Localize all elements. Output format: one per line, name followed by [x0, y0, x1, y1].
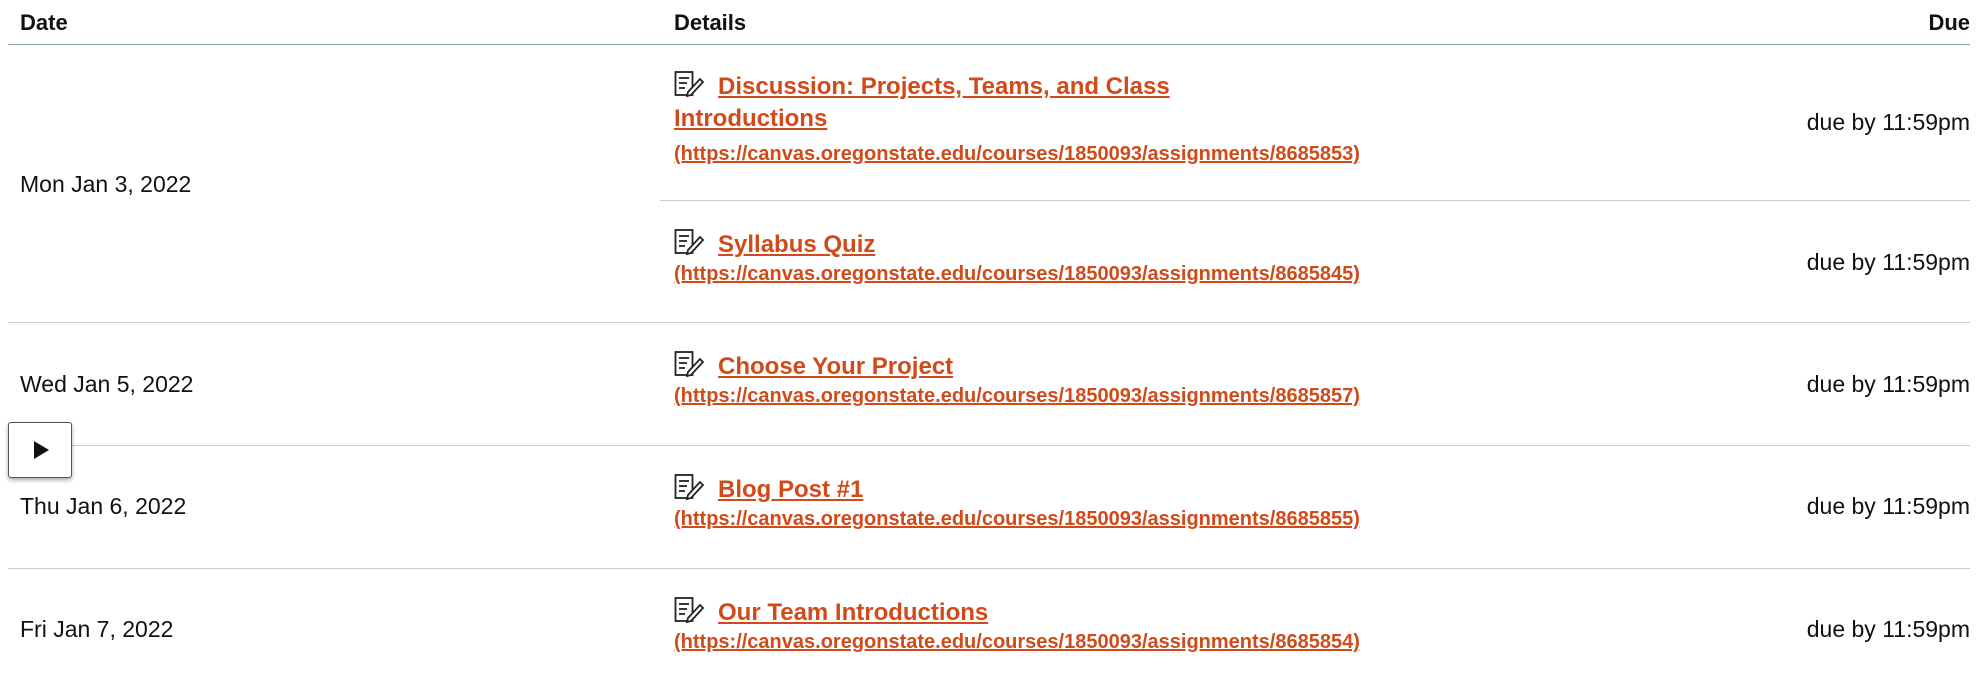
assignment-url-link[interactable]: (https://canvas.oregonstate.edu/courses/… — [674, 143, 1360, 166]
assignment-title-line2[interactable]: Introductions — [674, 103, 1360, 135]
assignment-details: Blog Post #1 (https://canvas.oregonstate… — [674, 473, 1360, 531]
assignment-item: Our Team Introductions (https://canvas.o… — [660, 569, 1970, 691]
table-row: Wed Jan 5, 2022 Choose Your Project (htt — [8, 323, 1970, 446]
assignment-item: Choose Your Project (https://canvas.oreg… — [660, 323, 1970, 445]
date-cell: Fri Jan 7, 2022 — [20, 616, 174, 642]
due-cell: due by 11:59pm — [1806, 493, 1970, 519]
date-cell: Wed Jan 5, 2022 — [20, 371, 194, 397]
table-row: Thu Jan 6, 2022 Blog Post #1 (https://ca — [8, 446, 1970, 569]
assignment-item: Syllabus Quiz (https://canvas.oregonstat… — [660, 200, 1970, 322]
assignment-icon — [674, 70, 705, 98]
assignment-url-link[interactable]: (https://canvas.oregonstate.edu/courses/… — [674, 508, 1360, 531]
due-cell: due by 11:59pm — [1806, 249, 1970, 275]
assignment-title-line1[interactable]: Discussion: Projects, Teams, and Class — [718, 73, 1170, 100]
assignment-item: Discussion: Projects, Teams, and Class I… — [660, 45, 1970, 200]
assignment-details: Choose Your Project (https://canvas.oreg… — [674, 350, 1360, 408]
table-row: Fri Jan 7, 2022 Our Team Introductions ( — [8, 569, 1970, 691]
assignment-title-link[interactable]: Choose Your Project — [674, 350, 1360, 383]
assignment-title[interactable]: Blog Post #1 — [718, 476, 863, 503]
assignment-url-link[interactable]: (https://canvas.oregonstate.edu/courses/… — [674, 631, 1360, 654]
assignment-details: Discussion: Projects, Teams, and Class I… — [674, 70, 1360, 166]
due-column-header: Due — [1928, 10, 1970, 35]
table-header: Date Details Due — [8, 0, 1970, 45]
assignment-icon — [674, 228, 705, 256]
assignment-title-link[interactable]: Discussion: Projects, Teams, and Class — [674, 70, 1360, 103]
assignment-title-link[interactable]: Syllabus Quiz — [674, 228, 1360, 261]
assignment-icon — [674, 350, 705, 378]
play-icon — [34, 441, 49, 459]
due-cell: due by 11:59pm — [1806, 371, 1970, 397]
details-column-header: Details — [674, 10, 747, 35]
assignment-title-link[interactable]: Our Team Introductions — [674, 596, 1360, 629]
due-cell: due by 11:59pm — [1806, 616, 1970, 642]
assignment-url-link[interactable]: (https://canvas.oregonstate.edu/courses/… — [674, 385, 1360, 408]
assignment-title-link[interactable]: Blog Post #1 — [674, 473, 1360, 506]
assignment-icon — [674, 473, 705, 501]
assignment-title[interactable]: Choose Your Project — [718, 353, 953, 380]
assignment-details: Our Team Introductions (https://canvas.o… — [674, 596, 1360, 654]
assignment-item: Blog Post #1 (https://canvas.oregonstate… — [660, 446, 1970, 568]
due-cell: due by 11:59pm — [1806, 109, 1970, 135]
assignment-details: Syllabus Quiz (https://canvas.oregonstat… — [674, 228, 1360, 286]
assignment-url-link[interactable]: (https://canvas.oregonstate.edu/courses/… — [674, 263, 1360, 286]
date-column-header: Date — [20, 10, 68, 35]
assignment-title[interactable]: Syllabus Quiz — [718, 231, 875, 258]
date-cell: Thu Jan 6, 2022 — [20, 493, 187, 519]
syllabus-table: Date Details Due Mon Jan 3, 2022 Discuss… — [8, 0, 1970, 691]
assignment-icon — [674, 596, 705, 624]
play-button[interactable] — [8, 422, 72, 478]
date-cell: Mon Jan 3, 2022 — [20, 171, 192, 197]
table-row: Mon Jan 3, 2022 Discussion: Projects, Te… — [8, 45, 1970, 323]
assignment-title[interactable]: Our Team Introductions — [718, 599, 988, 626]
